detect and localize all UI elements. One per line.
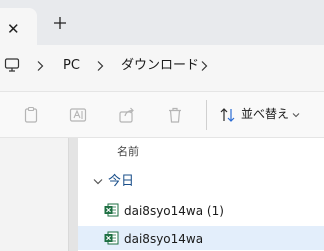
chevron-down-icon[interactable] <box>93 178 103 186</box>
active-tab[interactable]: ✕ <box>0 8 37 45</box>
new-tab-button[interactable] <box>51 14 69 32</box>
breadcrumb-downloads[interactable]: ダウンロード <box>121 58 199 74</box>
excel-file-icon <box>104 203 119 217</box>
navigation-pane-scrollbar[interactable] <box>68 138 78 251</box>
chevron-down-icon[interactable] <box>292 112 300 118</box>
share-icon[interactable] <box>118 106 136 124</box>
delete-icon[interactable] <box>166 106 184 124</box>
clipboard-icon[interactable] <box>22 106 40 124</box>
sort-button[interactable]: 並べ替え <box>241 107 289 122</box>
rename-icon[interactable] <box>69 106 87 124</box>
column-header-name[interactable]: 名前 <box>117 145 139 158</box>
sort-icon[interactable] <box>219 106 237 124</box>
tab-bar <box>0 0 324 45</box>
file-name[interactable]: dai8syo14wa <box>124 232 203 246</box>
excel-file-icon <box>104 231 119 245</box>
group-header-today[interactable]: 今日 <box>108 174 134 190</box>
breadcrumb-pc[interactable]: PC <box>63 58 80 74</box>
navigation-pane[interactable] <box>0 138 68 251</box>
close-tab-icon[interactable]: ✕ <box>7 22 20 37</box>
chevron-right-icon[interactable] <box>200 60 208 72</box>
pc-icon[interactable] <box>4 57 20 73</box>
chevron-right-icon[interactable] <box>96 60 104 72</box>
toolbar-separator <box>206 100 207 130</box>
chevron-right-icon[interactable] <box>36 60 44 72</box>
file-name[interactable]: dai8syo14wa (1) <box>124 204 224 218</box>
